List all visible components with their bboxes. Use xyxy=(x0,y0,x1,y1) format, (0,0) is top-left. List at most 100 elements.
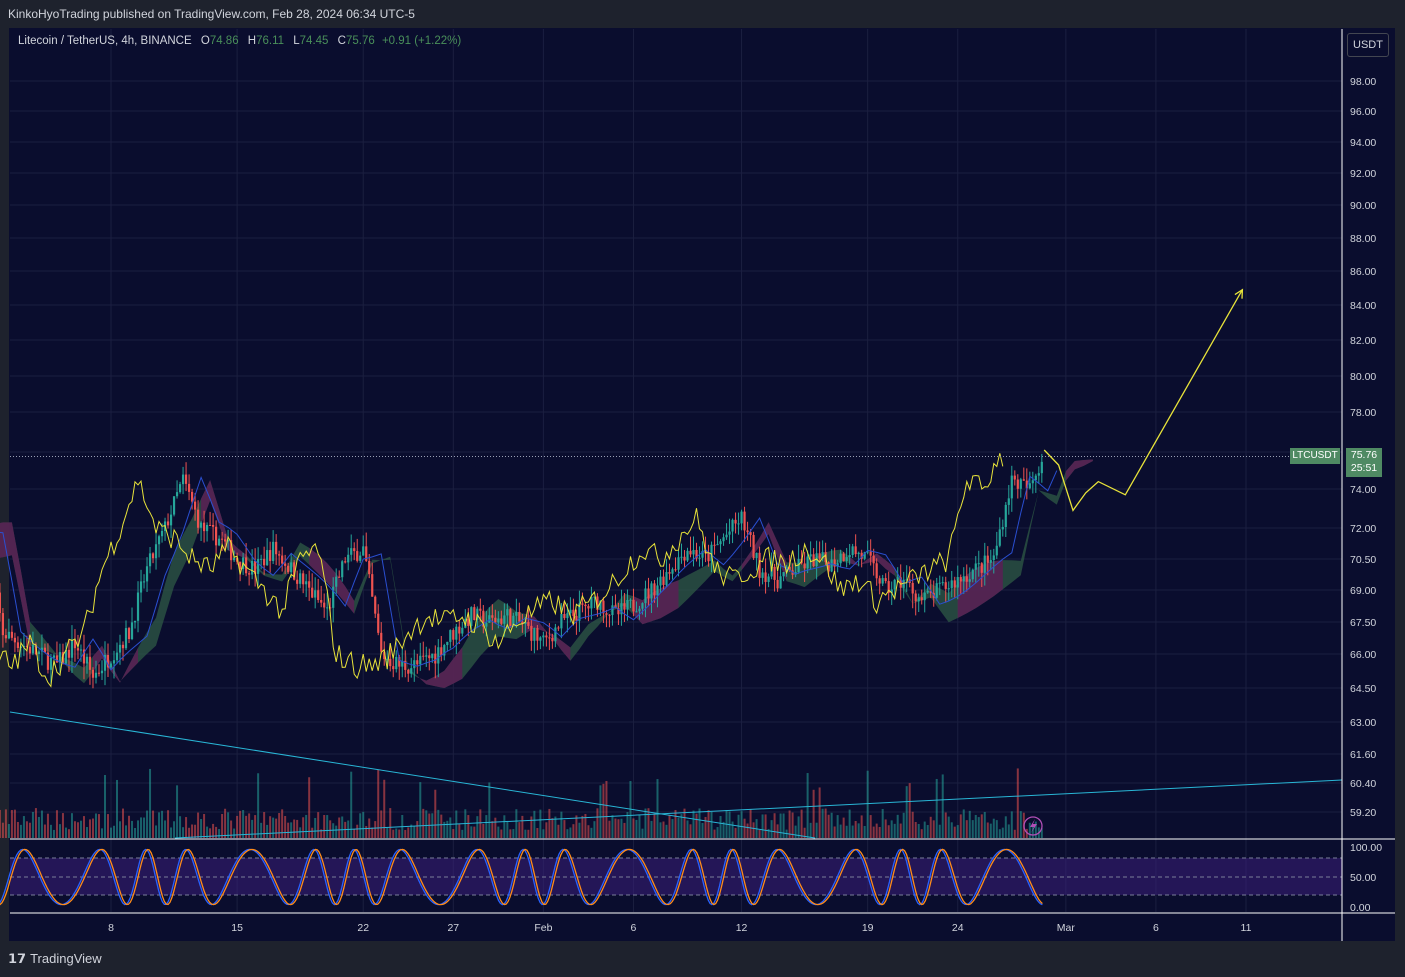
volume-bar xyxy=(116,779,119,838)
volume-bar xyxy=(512,829,515,838)
volume-bar xyxy=(938,824,941,838)
candle-body xyxy=(740,511,743,524)
volume-bar xyxy=(671,819,674,838)
volume-bar xyxy=(749,809,752,838)
candle-body xyxy=(950,580,953,589)
volume-bar xyxy=(698,808,701,838)
volume-bar xyxy=(503,815,506,838)
candle-body xyxy=(302,573,305,585)
candle-body xyxy=(199,522,203,528)
volume-bar xyxy=(797,816,800,838)
volume-bar xyxy=(149,768,152,838)
volume-bar xyxy=(641,828,644,838)
candle-body xyxy=(341,561,344,578)
volume-bar xyxy=(76,822,79,838)
volume-bar xyxy=(752,822,755,838)
volume-bar xyxy=(284,816,287,838)
candle-body xyxy=(566,613,569,619)
volume-bar xyxy=(73,821,76,838)
volume-bar xyxy=(389,808,392,838)
volume-bar xyxy=(182,827,185,838)
candle-body xyxy=(184,474,188,484)
candle-body xyxy=(998,529,1001,546)
volume-bar xyxy=(22,816,25,838)
candle-body xyxy=(674,569,677,571)
volume-bar xyxy=(119,821,122,838)
candle-body xyxy=(764,572,767,582)
cloud-band-bear xyxy=(633,580,679,625)
volume-bar xyxy=(821,808,824,838)
volume-bar xyxy=(58,824,61,838)
volume-bar xyxy=(143,817,146,838)
volume-bar xyxy=(329,820,332,838)
volume-bar xyxy=(31,811,34,838)
candle-body xyxy=(842,553,845,562)
volume-bar xyxy=(134,827,137,838)
volume-bar xyxy=(458,823,461,838)
volume-bar xyxy=(461,829,464,838)
candle-body xyxy=(434,653,437,664)
candle-body xyxy=(716,544,719,546)
stochastic-oscillator-pane xyxy=(0,838,1395,914)
price-tick-label: 67.50 xyxy=(1350,617,1376,629)
volume-bar xyxy=(734,827,737,838)
candle-body xyxy=(623,603,626,610)
candle-body xyxy=(644,588,647,604)
price-tick-label: 74.00 xyxy=(1350,484,1376,496)
candle-body xyxy=(854,546,857,555)
symbol-name: Litecoin / TetherUS, 4h, BINANCE xyxy=(18,35,192,47)
candle-body xyxy=(356,551,359,561)
volume-bar xyxy=(227,812,230,838)
tradingview-logo[interactable]: 𝟭𝟳 TradingView xyxy=(8,951,102,967)
volume-bar xyxy=(1016,768,1019,838)
candle-body xyxy=(923,592,926,601)
candle-body xyxy=(139,581,143,593)
candle-body xyxy=(350,548,353,555)
volume-bar xyxy=(55,810,58,838)
volume-bar xyxy=(383,779,386,838)
volume-bar xyxy=(404,829,407,838)
candle-body xyxy=(551,637,554,642)
chart-canvas[interactable]: 98.00 96.00 94.00 92.00 90.00 88.00 86.00 84.00… xyxy=(0,0,1405,977)
candle-body xyxy=(157,536,161,545)
candle-body xyxy=(530,625,533,641)
volume-bar xyxy=(350,771,353,838)
candle-body xyxy=(196,509,200,528)
volume-bar xyxy=(362,811,365,838)
volume-bar xyxy=(137,820,140,838)
volume-bar xyxy=(155,825,158,838)
candle-body xyxy=(1010,475,1013,499)
volume-bar xyxy=(239,810,242,838)
candle-body xyxy=(266,550,269,566)
candle-body xyxy=(67,649,71,658)
candle-body xyxy=(803,563,806,569)
tradingview-logo-icon: 𝟭𝟳 xyxy=(8,951,27,966)
candle-body xyxy=(112,660,116,664)
candle-body xyxy=(818,553,821,559)
candle-body xyxy=(743,511,746,531)
volume-bar xyxy=(392,829,395,838)
price-tick-label: 94.00 xyxy=(1350,137,1376,149)
candle-body xyxy=(935,583,938,598)
volume-bar xyxy=(701,822,704,838)
volume-bar xyxy=(34,808,37,838)
candle-body xyxy=(136,592,140,621)
volume-bar xyxy=(995,820,998,838)
currency-button[interactable]: USDT xyxy=(1347,33,1389,57)
candle-body xyxy=(668,572,671,574)
candle-body xyxy=(263,558,266,566)
volume-bar xyxy=(989,823,992,838)
volume-bar xyxy=(4,809,7,838)
candle-body xyxy=(257,559,260,574)
volume-bar xyxy=(46,813,49,838)
candle-body xyxy=(557,627,560,629)
volume-bar xyxy=(716,827,719,838)
volume-bar xyxy=(812,789,815,838)
volume-bar xyxy=(479,809,482,838)
candle-body xyxy=(260,558,263,560)
candle-body xyxy=(142,581,146,583)
volume-bar xyxy=(707,810,710,838)
candle-body xyxy=(458,626,461,634)
bottom-bar xyxy=(0,941,1405,977)
price-tick-label: 64.50 xyxy=(1350,683,1376,695)
